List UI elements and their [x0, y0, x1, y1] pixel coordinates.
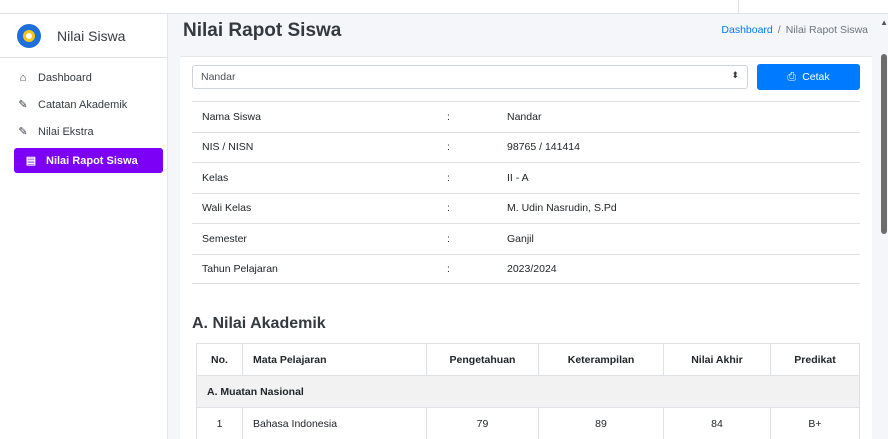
- info-value: M. Udin Nasrudin, S.Pd: [507, 202, 617, 215]
- report-card: Nandar ⬍ ⎙ Cetak Nama Siswa : Nandar NIS…: [180, 56, 872, 439]
- breadcrumb-dashboard-link[interactable]: Dashboard: [721, 24, 772, 36]
- print-button-label: Cetak: [802, 71, 830, 83]
- cell-subject: Bahasa Indonesia: [242, 407, 427, 439]
- sidebar-item-label: Dashboard: [38, 71, 92, 84]
- info-colon: :: [447, 110, 450, 123]
- brand[interactable]: Nilai Siswa: [0, 14, 167, 58]
- student-select-value: Nandar: [201, 71, 236, 83]
- sidebar-item-nilai-ekstra[interactable]: ✎ Nilai Ekstra: [0, 118, 167, 145]
- info-colon: :: [447, 202, 450, 215]
- column-header: Predikat: [770, 343, 860, 376]
- info-row-nama: Nama Siswa : Nandar: [192, 101, 860, 132]
- group-label: A. Muatan Nasional: [196, 375, 860, 408]
- clipboard-icon: ▤: [25, 155, 37, 167]
- breadcrumb-current: Nilai Rapot Siswa: [785, 24, 868, 36]
- top-strip-tab: [738, 0, 848, 13]
- info-label: Nama Siswa: [202, 110, 261, 123]
- student-select[interactable]: Nandar ⬍: [192, 65, 748, 89]
- sidebar: Nilai Siswa ⌂ Dashboard ✎ Catatan Akadem…: [0, 14, 168, 439]
- info-row-wali-kelas: Wali Kelas : M. Udin Nasrudin, S.Pd: [192, 192, 860, 224]
- info-label: Wali Kelas: [202, 202, 252, 215]
- cell-skill: 89: [538, 407, 664, 439]
- sidebar-item-nilai-rapot-siswa[interactable]: ▤ Nilai Rapot Siswa: [14, 148, 163, 173]
- info-label: NIS / NISN: [202, 141, 254, 154]
- info-colon: :: [447, 141, 450, 154]
- info-row-semester: Semester : Ganjil: [192, 223, 860, 254]
- info-colon: :: [447, 232, 450, 245]
- student-info: Nama Siswa : Nandar NIS / NISN : 98765 /…: [192, 101, 860, 284]
- scroll-up-icon[interactable]: ▲: [880, 18, 888, 27]
- sidebar-item-label: Nilai Ekstra: [38, 125, 94, 138]
- brand-text: Nilai Siswa: [57, 27, 126, 44]
- info-colon: :: [447, 262, 450, 275]
- column-header: No.: [196, 343, 243, 376]
- page-title: Nilai Rapot Siswa: [183, 20, 342, 41]
- select-caret-icon: ⬍: [731, 70, 739, 80]
- column-header: Mata Pelajaran: [242, 343, 427, 376]
- info-value: 98765 / 141414: [507, 141, 580, 154]
- sidebar-item-label: Catatan Akademik: [38, 98, 128, 111]
- cell-no: 1: [196, 407, 243, 439]
- sidebar-item-label: Nilai Rapot Siswa: [46, 154, 138, 167]
- breadcrumb: Dashboard / Nilai Rapot Siswa: [721, 24, 868, 36]
- info-value: 2023/2024: [507, 262, 557, 275]
- sidebar-item-dashboard[interactable]: ⌂ Dashboard: [0, 64, 167, 91]
- info-row-kelas: Kelas : II - A: [192, 162, 860, 193]
- sidebar-item-catatan-akademik[interactable]: ✎ Catatan Akademik: [0, 91, 167, 118]
- info-value: II - A: [507, 171, 529, 184]
- info-label: Kelas: [202, 171, 229, 184]
- column-header: Keterampilan: [538, 343, 664, 376]
- info-colon: :: [447, 171, 450, 184]
- print-icon: ⎙: [787, 70, 797, 83]
- home-icon: ⌂: [19, 71, 27, 84]
- edit-icon: ✎: [18, 99, 28, 111]
- table-row: 1 Bahasa Indonesia 79 89 84 B+: [196, 407, 860, 439]
- grades-table: No. Mata Pelajaran Pengetahuan Keterampi…: [196, 343, 860, 439]
- edit-icon: ✎: [18, 126, 28, 138]
- column-header: Pengetahuan: [426, 343, 539, 376]
- cell-final: 84: [663, 407, 771, 439]
- print-button[interactable]: ⎙ Cetak: [757, 64, 860, 90]
- browser-top-strip: [0, 0, 888, 14]
- table-group-row: A. Muatan Nasional: [196, 375, 860, 408]
- scrollbar-thumb[interactable]: [881, 54, 887, 234]
- info-value: Ganjil: [507, 232, 534, 245]
- brand-logo-icon: [17, 23, 41, 48]
- table-header-row: No. Mata Pelajaran Pengetahuan Keterampi…: [196, 343, 860, 376]
- sidebar-nav: ⌂ Dashboard ✎ Catatan Akademik ✎ Nilai E…: [0, 58, 167, 173]
- column-header: Nilai Akhir: [663, 343, 771, 376]
- cell-knowledge: 79: [426, 407, 539, 439]
- info-row-tahun-pelajaran: Tahun Pelajaran : 2023/2024: [192, 253, 860, 284]
- breadcrumb-separator: /: [777, 24, 781, 36]
- info-label: Semester: [202, 232, 247, 245]
- cell-grade: B+: [770, 407, 860, 439]
- main-content: Nilai Rapot Siswa Dashboard / Nilai Rapot …: [168, 14, 888, 439]
- info-row-nis: NIS / NISN : 98765 / 141414: [192, 131, 860, 163]
- section-title-nilai-akademik: A. Nilai Akademik: [192, 315, 326, 332]
- info-value: Nandar: [507, 110, 542, 123]
- info-label: Tahun Pelajaran: [202, 262, 278, 275]
